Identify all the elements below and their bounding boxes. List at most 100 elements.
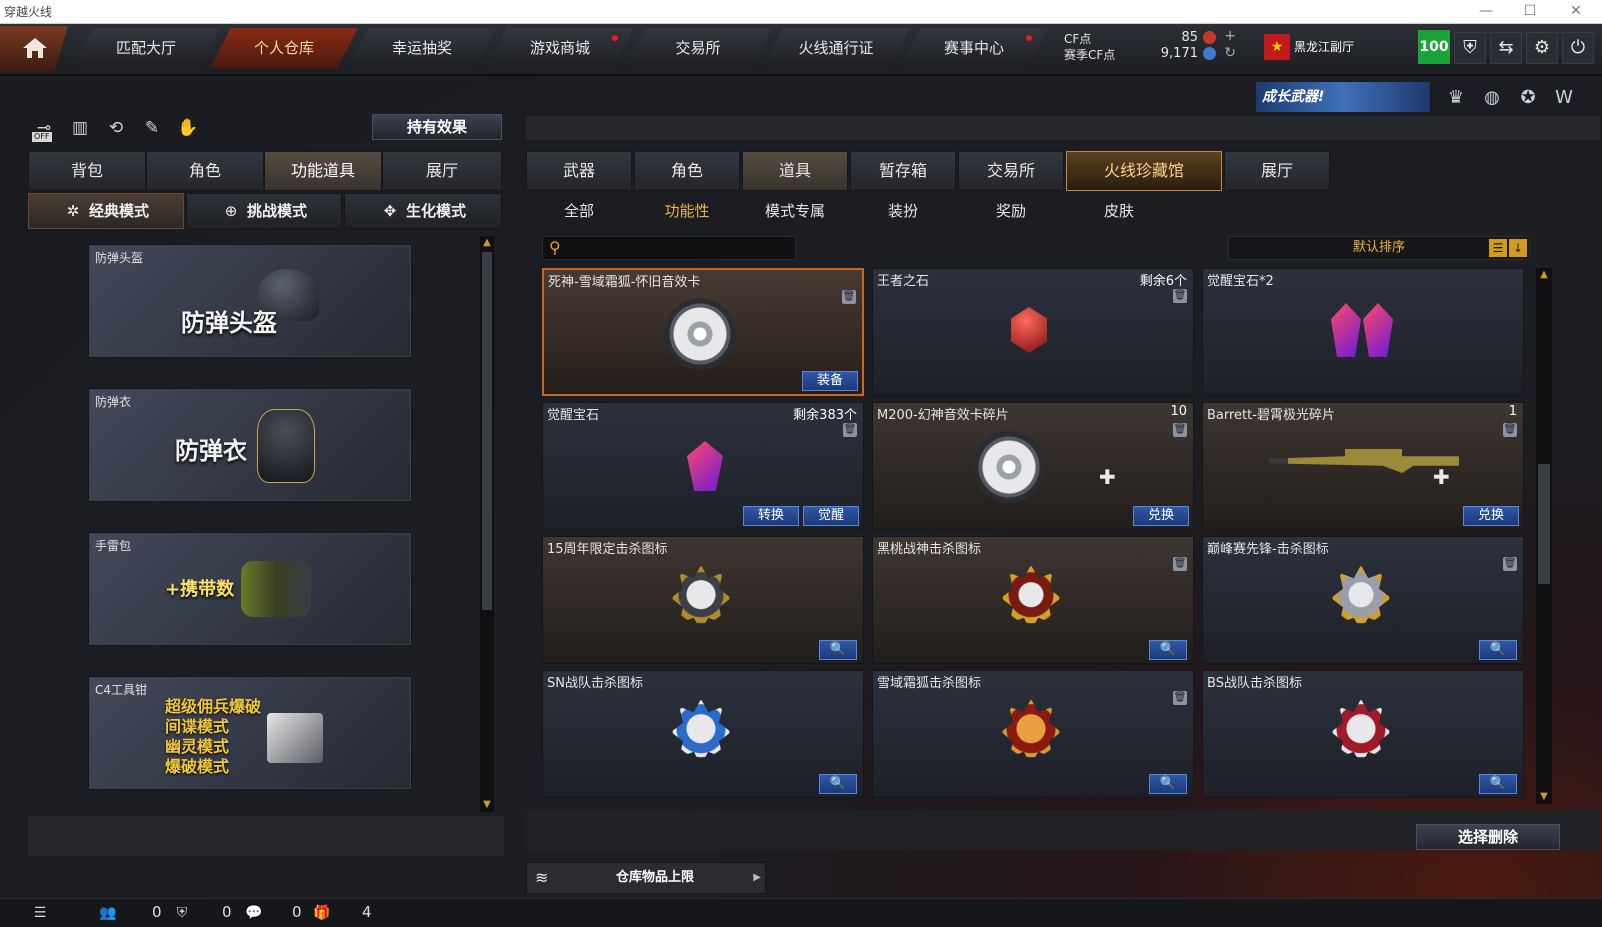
warehouse-capacity-button[interactable]: ≋ 仓库物品上限 ▶ [526, 862, 766, 894]
close-button[interactable]: ✕ [1556, 1, 1596, 21]
maximize-button[interactable]: ☐ [1510, 1, 1550, 21]
gift-icon[interactable]: 🎁 [312, 903, 332, 923]
trash-icon[interactable]: 🗑 [1173, 289, 1187, 303]
equip-button[interactable]: 装备 [802, 371, 858, 391]
mode-challenge[interactable]: ⊕ 挑战模式 [186, 193, 342, 229]
history-icon[interactable]: ⟲ [102, 114, 130, 142]
search-input[interactable]: ⚲ [542, 236, 796, 260]
item-card[interactable]: 15周年限定击杀图标 🔍 [542, 536, 864, 664]
list-item-helmet[interactable]: 防弹头盔 防弹头盔 [88, 244, 412, 358]
item-card[interactable]: M200-幻神音效卡碎片 10 🗑 ✚ 兑换 [872, 402, 1194, 530]
nav-tab-lucky-draw[interactable]: 幸运抽奖 [348, 28, 496, 68]
list-item-grenade-pack[interactable]: 手雷包 +携带数 [88, 532, 412, 646]
menu-icon[interactable]: ☰ [30, 903, 50, 923]
trash-icon[interactable]: 🗑 [1173, 557, 1187, 571]
trash-icon[interactable]: 🗑 [842, 290, 856, 304]
item-card[interactable]: BS战队击杀图标 🔍 [1202, 670, 1524, 798]
growth-weapon-banner[interactable]: 成长武器! [1256, 82, 1430, 112]
subtab-dressup[interactable]: 装扮 [850, 198, 956, 224]
item-card[interactable]: 黑桃战神击杀图标 🗑 🔍 [872, 536, 1194, 664]
subtab-all[interactable]: 全部 [526, 198, 632, 224]
off-toggle-icon[interactable]: ⊸ OFF [30, 114, 58, 142]
left-tab-character[interactable]: 角色 [146, 151, 264, 191]
item-card[interactable]: 觉醒宝石*2 [1202, 268, 1524, 396]
left-tab-backpack[interactable]: 背包 [28, 151, 146, 191]
nav-tab-personal-warehouse[interactable]: 个人仓库 [210, 28, 358, 68]
item-card[interactable]: 巅峰赛先锋-击杀图标 🗑 🔍 [1202, 536, 1524, 664]
subtab-skins[interactable]: 皮肤 [1066, 198, 1172, 224]
subtab-rewards[interactable]: 奖励 [958, 198, 1064, 224]
magnify-button[interactable]: 🔍 [819, 640, 857, 660]
list-item-body-armor[interactable]: 防弹衣 防弹衣 [88, 388, 412, 502]
scroll-up-icon[interactable]: ▲ [1537, 268, 1551, 282]
globe-icon[interactable]: ◍ [1478, 84, 1506, 112]
magnify-button[interactable]: 🔍 [819, 774, 857, 794]
right-tab-collection[interactable]: 火线珍藏馆 [1066, 151, 1222, 191]
shield-icon[interactable]: ⛨ [172, 903, 192, 923]
power-icon[interactable]: ⏻ [1562, 32, 1594, 64]
sort-dropdown[interactable]: 默认排序 ☰ ↓ [1228, 236, 1530, 260]
right-tab-exchange[interactable]: 交易所 [958, 151, 1064, 191]
nav-tab-exchange[interactable]: 交易所 [624, 28, 772, 68]
medal-icon[interactable]: ♛ [1442, 84, 1470, 112]
item-card[interactable]: Barrett-碧霄极光碎片 1 🗑 ✚ 兑换 [1202, 402, 1524, 530]
trash-icon[interactable]: 🗑 [1173, 691, 1187, 705]
left-tab-function-items[interactable]: 功能道具 [264, 151, 382, 191]
scroll-down-icon[interactable]: ▼ [1537, 790, 1551, 804]
nav-tab-event-center[interactable]: 赛事中心 [900, 28, 1048, 68]
scroll-thumb[interactable] [1538, 464, 1550, 584]
nav-tab-match-hall[interactable]: 匹配大厅 [72, 28, 220, 68]
shield-icon[interactable]: ⛨ [1454, 32, 1486, 64]
right-tab-items[interactable]: 道具 [742, 151, 848, 191]
logo-w-icon[interactable]: W [1550, 84, 1578, 112]
trash-icon[interactable]: 🗑 [1503, 423, 1517, 437]
magnify-button[interactable]: 🔍 [1479, 774, 1517, 794]
gear-icon[interactable]: ⚙ [1526, 32, 1558, 64]
sort-direction-icon[interactable]: ↓ [1509, 239, 1527, 257]
scroll-down-icon[interactable]: ▼ [480, 798, 494, 812]
trash-icon[interactable]: 🗑 [1503, 557, 1517, 571]
item-card[interactable]: SN战队击杀图标 🔍 [542, 670, 864, 798]
convert-button[interactable]: 转换 [743, 506, 799, 526]
item-card[interactable]: 王者之石 剩余6个 🗑 [872, 268, 1194, 396]
refresh-icon[interactable]: ↻ [1224, 45, 1236, 61]
redeem-button[interactable]: 兑换 [1463, 506, 1519, 526]
trash-icon[interactable]: 🗑 [843, 423, 857, 437]
right-scrollbar[interactable]: ▲ ▼ [1536, 268, 1552, 804]
badge-icon[interactable]: ✪ [1514, 84, 1542, 112]
trash-icon[interactable]: 🗑 [1173, 423, 1187, 437]
subtab-functional[interactable]: 功能性 [634, 198, 740, 224]
select-delete-button[interactable]: 选择删除 [1416, 824, 1560, 850]
scroll-thumb[interactable] [482, 252, 492, 610]
left-scrollbar[interactable]: ▲ ▼ [480, 236, 494, 812]
scroll-up-icon[interactable]: ▲ [480, 236, 494, 250]
magnify-button[interactable]: 🔍 [1479, 640, 1517, 660]
awaken-button[interactable]: 觉醒 [803, 506, 859, 526]
right-tab-storage[interactable]: 暂存箱 [850, 151, 956, 191]
home-button[interactable] [0, 26, 68, 72]
list-view-icon[interactable]: ☰ [1489, 239, 1507, 257]
item-card[interactable]: 死神-雪域霜狐-怀旧音效卡 🗑 装备 [542, 268, 864, 396]
nav-tab-game-shop[interactable]: 游戏商城 [486, 28, 634, 68]
mode-biochemical[interactable]: ✥ 生化模式 [344, 193, 502, 229]
effects-button[interactable]: 持有效果 [372, 114, 502, 140]
ranking-icon[interactable]: ▥ [66, 114, 94, 142]
subtab-mode-exclusive[interactable]: 模式专属 [742, 198, 848, 224]
left-tab-showroom[interactable]: 展厅 [382, 151, 502, 191]
nav-tab-battle-pass[interactable]: 火线通行证 [762, 28, 910, 68]
friends-icon[interactable]: 👥 [98, 903, 118, 923]
right-tab-weapons[interactable]: 武器 [526, 151, 632, 191]
spray-icon[interactable]: ✎ [138, 114, 166, 142]
minimize-button[interactable]: — [1466, 1, 1506, 21]
magnify-button[interactable]: 🔍 [1149, 640, 1187, 660]
switch-icon[interactable]: ⇆ [1490, 32, 1522, 64]
list-item-c4-pliers[interactable]: C4工具钳 超级佣兵爆破 间谍模式 幽灵模式 爆破模式 [88, 676, 412, 790]
glove-icon[interactable]: ✋ [174, 114, 202, 142]
add-currency-icon[interactable]: + [1224, 28, 1236, 44]
item-card[interactable]: 雪域霜狐击杀图标 🗑 🔍 [872, 670, 1194, 798]
chat-icon[interactable]: 💬 [244, 903, 264, 923]
magnify-button[interactable]: 🔍 [1149, 774, 1187, 794]
right-tab-showroom[interactable]: 展厅 [1224, 151, 1330, 191]
item-card[interactable]: 觉醒宝石 剩余383个 🗑 转换 觉醒 [542, 402, 864, 530]
right-tab-character[interactable]: 角色 [634, 151, 740, 191]
